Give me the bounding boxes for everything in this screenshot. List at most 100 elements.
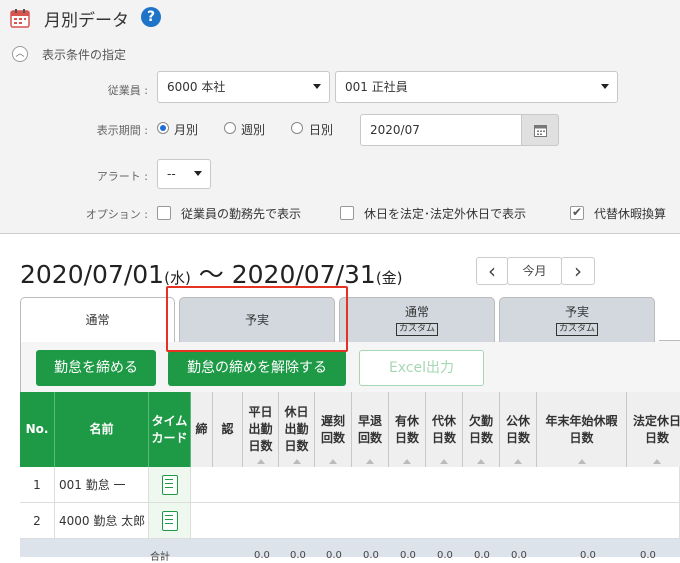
alert-select[interactable]: -- — [157, 159, 211, 189]
employee-type-select[interactable]: 001 正社員 — [335, 71, 618, 103]
range-start: 2020/07/01 — [20, 260, 165, 289]
col-header-early[interactable]: 早退 回数 — [352, 392, 389, 467]
employee-select-value: 6000 本社 — [167, 80, 226, 94]
col-header-newyear[interactable]: 年末年始休暇 日数 — [537, 392, 627, 467]
sort-icon — [653, 459, 661, 464]
row2-timecard[interactable] — [149, 503, 191, 539]
alert-label: アラート : — [96, 170, 148, 183]
option-checkbox-holiday[interactable] — [340, 206, 354, 220]
period-option-month: 月別 — [174, 123, 199, 137]
help-icon[interactable]: ? — [141, 7, 161, 27]
tab-label: 予実 — [564, 305, 589, 319]
highlight-frame — [166, 286, 348, 352]
col-header-line: 日数 — [569, 430, 594, 445]
col-header-close: 締 — [191, 392, 213, 467]
row2-name: 4000 勤怠 太郎 — [55, 503, 149, 539]
chevron-down-icon — [601, 84, 609, 89]
page-title: 月別データ — [44, 11, 129, 31]
sum-row: 合計 0.0 0.0 0.0 0.0 0.0 0.0 0.0 0.0 0.0 0… — [20, 539, 680, 563]
tab-normal-custom[interactable]: 通常 カスタム — [339, 297, 495, 342]
row2-data — [191, 503, 680, 539]
period-input[interactable]: 2020/07 — [360, 114, 522, 146]
sum-paid: 0.0 — [400, 550, 416, 561]
col-header-line: 早退 — [357, 413, 382, 428]
range-start-dow: (水) — [164, 269, 191, 287]
employee-label: 従業員 : — [107, 84, 148, 97]
col-header-line: 代休 — [431, 413, 456, 428]
timecard-icon — [161, 474, 178, 495]
col-header-line: 有休 — [394, 413, 419, 428]
col-header-line: 出勤 — [284, 422, 309, 436]
excel-export-button[interactable]: Excel出力 — [359, 350, 484, 386]
col-header-line: 出勤 — [248, 422, 273, 436]
sum-late: 0.0 — [326, 550, 342, 561]
col-header-line: 遅刻 — [320, 413, 345, 428]
chevron-down-icon — [194, 171, 202, 176]
sort-icon — [329, 459, 337, 464]
col-header-line: 日数 — [644, 430, 669, 445]
chevron-down-icon — [313, 84, 321, 89]
sort-icon — [366, 459, 374, 464]
sum-early: 0.0 — [363, 550, 379, 561]
option-checkbox-workplace[interactable] — [157, 206, 171, 220]
tab-divider — [659, 340, 680, 341]
period-option-day: 日別 — [309, 123, 334, 137]
col-header-public[interactable]: 公休 日数 — [500, 392, 537, 467]
sum-holiday: 0.0 — [290, 550, 306, 561]
col-header-line: タイム — [151, 413, 188, 428]
collapse-icon[interactable]: ︿ — [12, 46, 28, 62]
row1-timecard[interactable] — [149, 467, 191, 503]
range-end-dow: (金) — [375, 269, 403, 287]
next-month-button[interactable]: › — [561, 257, 595, 285]
col-header-line: 公休 — [505, 413, 530, 428]
tab-label: 通常 — [404, 305, 429, 319]
period-radio-day[interactable] — [291, 122, 303, 134]
col-header-late[interactable]: 遅刻 回数 — [315, 392, 352, 467]
col-header-line: 年末年始休暇 — [545, 413, 618, 428]
option-checkbox-substitute[interactable] — [570, 205, 584, 220]
col-header-approve: 認 — [213, 392, 243, 467]
sum-public: 0.0 — [511, 550, 527, 561]
sort-icon — [577, 459, 586, 464]
col-header-line: 日数 — [248, 439, 273, 453]
col-header-line: 欠勤 — [468, 413, 493, 428]
col-header-legal[interactable]: 法定休日 日数 — [627, 392, 680, 467]
col-header-sub[interactable]: 代休 日数 — [426, 392, 463, 467]
employee-select[interactable]: 6000 本社 — [157, 71, 330, 103]
col-header-line: 日数 — [468, 430, 493, 445]
sort-icon — [292, 459, 301, 464]
col-header-line: 日数 — [431, 430, 456, 445]
period-option-week: 週別 — [241, 123, 266, 137]
sort-icon — [514, 459, 522, 464]
sum-legal: 0.0 — [640, 550, 656, 561]
col-header-line: 日数 — [284, 439, 309, 453]
range-separator: 〜 — [198, 260, 224, 289]
col-header-holiday-work[interactable]: 休日 出勤 日数 — [279, 392, 315, 467]
col-header-line: 回数 — [357, 430, 382, 445]
col-header-line: 日数 — [394, 430, 419, 445]
col-header-timecard: タイム カード — [149, 392, 191, 467]
col-header-absent[interactable]: 欠勤 日数 — [463, 392, 500, 467]
option-label: オプション : — [85, 208, 148, 221]
sum-weekday: 0.0 — [254, 550, 270, 561]
prev-month-button[interactable]: ‹ — [476, 257, 508, 285]
col-header-line: 日数 — [505, 430, 530, 445]
col-header-line: カード — [151, 430, 188, 445]
period-radio-week[interactable] — [224, 122, 236, 134]
col-header-name[interactable]: 名前 — [55, 392, 149, 467]
unclose-attendance-button[interactable]: 勤怠の締めを解除する — [168, 350, 346, 386]
calendar-picker-button[interactable] — [521, 114, 559, 146]
calendar-icon — [534, 125, 547, 137]
option-holiday-label: 休日を法定･法定外休日で表示 — [364, 207, 527, 221]
row1-no: 1 — [20, 467, 55, 503]
tab-plan-actual-custom[interactable]: 予実 カスタム — [499, 297, 655, 342]
period-label: 表示期間 : — [96, 124, 148, 137]
col-header-no[interactable]: No. — [20, 392, 55, 467]
period-radio-month[interactable] — [157, 122, 169, 134]
col-header-paid[interactable]: 有休 日数 — [389, 392, 426, 467]
col-header-weekday-work[interactable]: 平日 出勤 日数 — [243, 392, 279, 467]
close-attendance-button[interactable]: 勤怠を締める — [36, 350, 156, 386]
alert-select-value: -- — [167, 167, 176, 181]
this-month-button[interactable]: 今月 — [507, 257, 562, 285]
tab-normal[interactable]: 通常 — [20, 297, 175, 342]
